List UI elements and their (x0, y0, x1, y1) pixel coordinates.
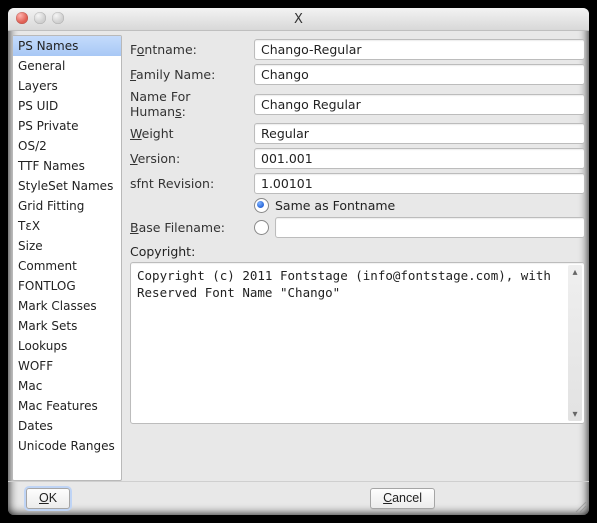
sfnt-revision-label: sfnt Revision: (130, 176, 248, 191)
copyright-field[interactable] (135, 266, 570, 424)
family-name-label: Family Name: (130, 67, 248, 82)
sidebar-item-ps-uid[interactable]: PS UID (13, 96, 121, 116)
scroll-down-icon[interactable]: ▾ (568, 407, 582, 421)
form-panel: Fontname: Family Name: Name For Humans: … (130, 35, 587, 481)
copyright-label: Copyright: (130, 244, 585, 259)
sidebar-item-os2[interactable]: OS/2 (13, 136, 121, 156)
sidebar-item-general[interactable]: General (13, 56, 121, 76)
version-field[interactable] (254, 148, 585, 169)
family-name-field[interactable] (254, 64, 585, 85)
sidebar-item-tex[interactable]: TεX (13, 216, 121, 236)
content-area: PS Names General Layers PS UID PS Privat… (8, 31, 589, 481)
footer: OK Cancel (8, 481, 589, 515)
name-for-humans-label: Name For Humans: (130, 89, 248, 119)
same-as-fontname-label: Same as Fontname (275, 198, 395, 213)
sidebar-item-mac[interactable]: Mac (13, 376, 121, 396)
window-title: X (294, 12, 303, 27)
sidebar-item-layers[interactable]: Layers (13, 76, 121, 96)
fontname-label: Fontname: (130, 42, 248, 57)
custom-filename-radio[interactable] (254, 220, 269, 235)
base-filename-label: Base Filename: (130, 220, 248, 235)
sidebar-item-unicode-ranges[interactable]: Unicode Ranges (13, 436, 121, 456)
dialog-window: X PS Names General Layers PS UID PS Priv… (8, 8, 589, 515)
sidebar-item-dates[interactable]: Dates (13, 416, 121, 436)
ok-button[interactable]: OK (26, 488, 70, 509)
titlebar[interactable]: X (8, 8, 589, 31)
name-for-humans-field[interactable] (254, 94, 585, 115)
sidebar-item-size[interactable]: Size (13, 236, 121, 256)
minimize-icon[interactable] (34, 12, 46, 24)
close-icon[interactable] (16, 12, 28, 24)
copyright-area: ▴ ▾ (130, 262, 585, 424)
scroll-up-icon[interactable]: ▴ (568, 265, 582, 279)
cancel-label: ancel (392, 491, 422, 505)
sidebar-item-fontlog[interactable]: FONTLOG (13, 276, 121, 296)
fontname-field[interactable] (254, 39, 585, 60)
cancel-button[interactable]: Cancel (370, 488, 435, 509)
traffic-lights (16, 12, 64, 24)
same-as-fontname-radio[interactable] (254, 198, 269, 213)
version-label: Version: (130, 151, 248, 166)
sidebar-item-grid-fitting[interactable]: Grid Fitting (13, 196, 121, 216)
sidebar-item-woff[interactable]: WOFF (13, 356, 121, 376)
sidebar-item-ps-private[interactable]: PS Private (13, 116, 121, 136)
ok-label: K (49, 491, 57, 505)
sidebar-item-lookups[interactable]: Lookups (13, 336, 121, 356)
scrollbar[interactable]: ▴ ▾ (568, 265, 582, 421)
weight-label: Weight (130, 126, 248, 141)
base-filename-field[interactable] (275, 217, 585, 238)
weight-field[interactable] (254, 123, 585, 144)
sidebar-item-mac-features[interactable]: Mac Features (13, 396, 121, 416)
zoom-icon[interactable] (52, 12, 64, 24)
sidebar-item-styleset-names[interactable]: StyleSet Names (13, 176, 121, 196)
sidebar-item-mark-sets[interactable]: Mark Sets (13, 316, 121, 336)
sidebar-item-ttf-names[interactable]: TTF Names (13, 156, 121, 176)
sidebar-item-mark-classes[interactable]: Mark Classes (13, 296, 121, 316)
sidebar-item-comment[interactable]: Comment (13, 256, 121, 276)
sidebar-item-ps-names[interactable]: PS Names (13, 36, 121, 56)
resize-grip-icon[interactable] (573, 499, 587, 513)
sidebar: PS Names General Layers PS UID PS Privat… (12, 35, 122, 481)
sfnt-revision-field[interactable] (254, 173, 585, 194)
